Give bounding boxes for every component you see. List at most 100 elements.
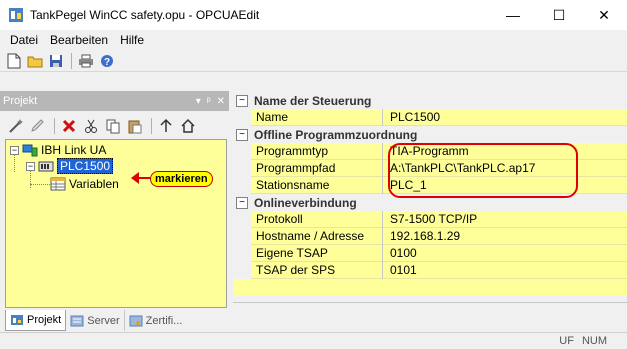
property-key: Stationsname <box>251 176 383 194</box>
menu-hilfe[interactable]: Hilfe <box>114 33 150 47</box>
row-gutter <box>233 244 251 262</box>
main-toolbar: ? <box>0 50 627 72</box>
svg-text:?: ? <box>104 57 110 68</box>
save-icon[interactable] <box>46 52 66 70</box>
property-key: Protokoll <box>251 210 383 228</box>
row-gutter <box>233 227 251 245</box>
property-description-box <box>233 302 627 331</box>
property-value[interactable]: PLC1500 <box>384 109 440 126</box>
property-key: Programmtyp <box>251 142 383 160</box>
network-device-icon <box>22 143 38 157</box>
property-key: Name <box>251 108 383 126</box>
cut-icon[interactable] <box>81 116 101 136</box>
menu-bar: Datei Bearbeiten Hilfe <box>0 30 627 50</box>
collapse-icon[interactable]: − <box>236 196 248 209</box>
row-gutter <box>233 261 251 279</box>
row-gutter <box>233 159 251 177</box>
collapse-icon[interactable]: − <box>10 145 19 155</box>
new-file-icon[interactable] <box>4 52 24 70</box>
tree-node-plc1500[interactable]: − PLC1500 <box>26 158 114 174</box>
project-pane-tabs: Projekt Server Zertifi... <box>0 310 229 332</box>
tab-projekt[interactable]: Projekt <box>5 310 67 331</box>
collapse-icon[interactable]: − <box>26 161 35 171</box>
category-title: Offline Programmzuordnung <box>254 127 418 142</box>
certificate-tab-icon <box>129 315 143 326</box>
project-tree: − IBH Link UA − PLC1500 Variablen <box>5 139 227 308</box>
category-offline-programmzuordnung[interactable]: − Offline Programmzuordnung <box>233 126 627 143</box>
app-window: TankPegel WinCC safety.opu - OPCUAEdit —… <box>0 0 627 349</box>
tab-zertifikate[interactable]: Zertifi... <box>125 310 187 331</box>
project-pane-title: Projekt <box>3 95 38 107</box>
pane-close-icon[interactable]: ✕ <box>217 96 225 107</box>
delete-icon[interactable] <box>59 116 79 136</box>
property-row[interactable]: TSAP der SPS 0101 <box>233 261 627 279</box>
annotation-arrow-icon <box>131 172 150 184</box>
app-icon <box>9 8 23 22</box>
close-button[interactable]: ✕ <box>581 0 627 30</box>
home-icon[interactable] <box>178 116 198 136</box>
server-tab-icon <box>70 315 84 326</box>
annotation-callout: markieren <box>150 171 213 187</box>
pane-pin-icon[interactable]: ᵖ <box>207 96 211 107</box>
row-gutter <box>233 176 251 194</box>
minimize-button[interactable]: — <box>490 0 536 30</box>
collapse-icon[interactable]: − <box>236 128 248 141</box>
status-cell: NUM <box>581 335 607 347</box>
property-key: Programmpfad <box>251 159 383 177</box>
category-title: Name der Steuerung <box>254 93 372 108</box>
tree-node-label: Variablen <box>69 177 119 191</box>
wand-icon[interactable] <box>6 116 26 136</box>
pane-dropdown-icon[interactable]: ▾ <box>196 96 201 107</box>
project-pane: Projekt ▾ ᵖ ✕ − IBH Link UA − PLC1500 Va… <box>0 91 229 332</box>
help-icon[interactable]: ? <box>97 52 117 70</box>
property-row[interactable]: Hostname / Adresse 192.168.1.29 <box>233 227 627 245</box>
property-row[interactable]: Name PLC1500 <box>233 108 627 126</box>
property-key: Hostname / Adresse <box>251 227 383 245</box>
project-pane-header: Projekt ▾ ᵖ ✕ <box>0 91 229 111</box>
category-title: Onlineverbindung <box>254 195 357 210</box>
menu-datei[interactable]: Datei <box>4 33 44 47</box>
annotation-highlight-oval <box>388 143 578 198</box>
toolbar-separator <box>71 52 72 69</box>
property-row[interactable]: Eigene TSAP 0100 <box>233 244 627 262</box>
tree-node-label-selected: PLC1500 <box>57 158 114 174</box>
window-title: TankPegel WinCC safety.opu - OPCUAEdit <box>30 8 260 22</box>
toolbar-separator <box>54 118 55 134</box>
property-value[interactable]: S7-1500 TCP/IP <box>384 211 477 228</box>
property-value[interactable]: 0100 <box>384 245 417 262</box>
tab-label: Zertifi... <box>145 314 183 327</box>
property-key: Eigene TSAP <box>251 244 383 262</box>
maximize-button[interactable]: ☐ <box>536 0 582 30</box>
property-value[interactable]: 192.168.1.29 <box>384 228 460 245</box>
open-folder-icon[interactable] <box>25 52 45 70</box>
row-gutter <box>233 142 251 160</box>
project-toolbar <box>0 112 229 140</box>
title-bar: TankPegel WinCC safety.opu - OPCUAEdit —… <box>0 0 627 30</box>
copy-icon[interactable] <box>103 116 123 136</box>
plc-icon <box>38 159 54 173</box>
project-tab-icon <box>11 315 23 325</box>
row-gutter <box>233 108 251 126</box>
category-name-der-steuerung[interactable]: − Name der Steuerung <box>233 92 627 109</box>
up-icon[interactable] <box>156 116 176 136</box>
tree-node-label: IBH Link UA <box>41 143 107 157</box>
print-icon[interactable] <box>76 52 96 70</box>
property-row[interactable]: Protokoll S7-1500 TCP/IP <box>233 210 627 228</box>
toolbar-separator <box>151 118 152 134</box>
tree-node-variablen[interactable]: Variablen <box>50 176 119 192</box>
edit-icon[interactable] <box>28 116 48 136</box>
collapse-icon[interactable]: − <box>236 94 248 107</box>
paste-icon[interactable] <box>125 116 145 136</box>
tab-label: Server <box>87 314 120 327</box>
row-gutter <box>233 210 251 228</box>
property-key: TSAP der SPS <box>251 261 383 279</box>
property-value[interactable]: 0101 <box>384 262 417 279</box>
status-bar: UF NUM <box>0 332 627 349</box>
status-cell: UF <box>559 335 574 347</box>
table-icon <box>50 177 66 191</box>
tree-connector <box>30 184 50 185</box>
menu-bearbeiten[interactable]: Bearbeiten <box>44 33 114 47</box>
tab-server[interactable]: Server <box>66 310 125 331</box>
tab-label: Projekt <box>27 314 62 326</box>
tree-node-ibh-link[interactable]: − IBH Link UA <box>10 142 106 158</box>
